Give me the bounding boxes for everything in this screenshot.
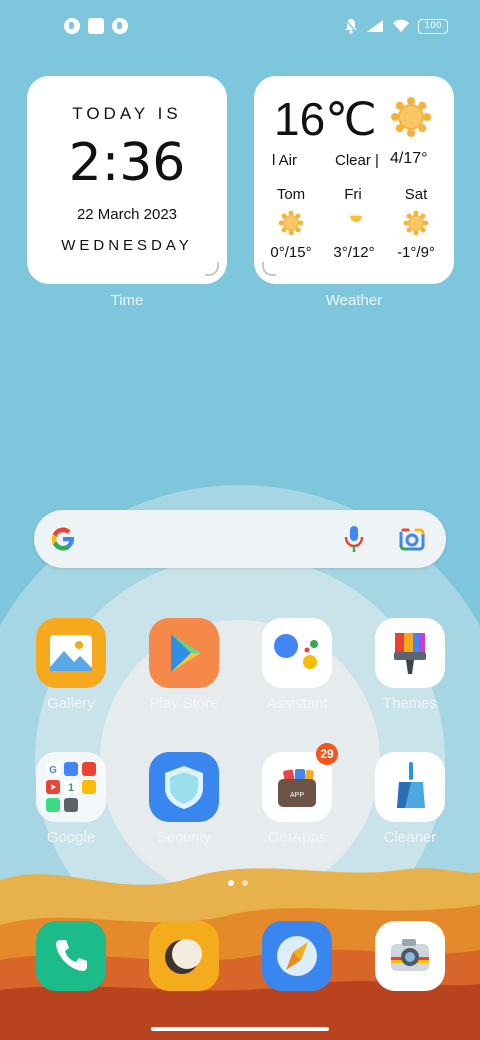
page-indicator[interactable] (228, 880, 248, 886)
forecast-range: 3°/12° (333, 244, 375, 261)
microphone-icon[interactable] (342, 524, 366, 554)
messaging-icon (165, 939, 202, 974)
forecast-range: -1°/9° (397, 244, 435, 261)
forecast-range: 0°/15° (270, 244, 312, 261)
camera-icon (391, 939, 429, 971)
resize-handle[interactable] (205, 262, 219, 276)
themes-app-icon[interactable] (375, 618, 445, 688)
svg-text:G: G (49, 765, 57, 776)
cleaner-app-icon[interactable] (375, 752, 445, 822)
resize-handle[interactable] (262, 262, 276, 276)
gallery-icon (50, 635, 92, 671)
google-logo-icon (51, 527, 74, 551)
battery-level: 100 (424, 20, 442, 31)
page-dot[interactable] (242, 880, 248, 886)
forecast-day: Tom (276, 186, 306, 203)
app-label: Gallery (47, 695, 95, 712)
current-temperature: 16℃ (274, 93, 377, 145)
system-icons: 100 (344, 18, 448, 34)
air-quality: l Air (272, 152, 298, 169)
camera-app-icon[interactable] (375, 921, 445, 991)
partly-sunny-icon (350, 214, 362, 222)
lens-camera-icon[interactable] (398, 526, 426, 552)
weather-widget-caption: Weather (325, 292, 383, 309)
play-store-app-icon[interactable] (149, 618, 219, 688)
status-bar: 100 (0, 0, 480, 56)
time-widget-caption: Time (110, 292, 144, 309)
app-label: Google (46, 829, 96, 846)
notification-bell-muted-icon (344, 18, 358, 34)
browser-app-icon[interactable] (262, 921, 332, 991)
app-label: Assistant (266, 695, 328, 712)
browser-icon (277, 936, 317, 976)
phone-app-icon[interactable] (36, 921, 106, 991)
messaging-app-icon[interactable] (149, 921, 219, 991)
google-search-bar[interactable] (34, 510, 446, 568)
security-icon (165, 766, 203, 809)
app-label: Themes (382, 695, 438, 712)
sunny-icon (278, 210, 304, 236)
play-store-icon (171, 634, 201, 672)
cleaner-icon (397, 762, 425, 808)
app-label: Cleaner (383, 829, 437, 846)
google-folder[interactable]: G 1 (36, 752, 106, 822)
svg-text:APP: APP (290, 792, 304, 799)
today-temperature-range: 4/17° (390, 150, 428, 167)
assistant-app-icon[interactable] (262, 618, 332, 688)
assistant-icon (274, 634, 318, 669)
app-label: Security (156, 829, 212, 846)
forecast-day: Sat (404, 186, 428, 203)
security-app-icon[interactable] (149, 752, 219, 822)
page-dot-active[interactable] (228, 880, 234, 886)
forecast-day: Fri (344, 186, 362, 203)
battery-icon: 100 (418, 18, 448, 34)
clock-date: 22 March 2023 (76, 206, 178, 223)
home-indicator[interactable] (151, 1027, 329, 1031)
app-label: Play Store (149, 695, 219, 712)
app-label: GetApps (267, 829, 327, 846)
time-widget-heading: TODAY IS (72, 104, 182, 123)
phone-icon (56, 940, 87, 971)
notification-icons (64, 18, 128, 34)
weather-condition: Clear | (335, 152, 379, 169)
app-notification-icon (112, 18, 128, 34)
app-notification-icon (64, 18, 80, 34)
sunny-icon (391, 97, 431, 137)
gallery-app-icon[interactable] (36, 618, 106, 688)
themes-icon (394, 633, 426, 674)
notification-badge: 29 (316, 743, 338, 765)
svg-text:1: 1 (68, 782, 74, 794)
google-folder-icon: G 1 (46, 762, 96, 812)
sunny-icon (403, 210, 429, 236)
clock-time: 2:36 (68, 133, 186, 193)
cellular-signal-icon (367, 20, 383, 32)
wifi-icon (393, 19, 409, 32)
square-notification-icon (88, 18, 104, 34)
clock-weekday: WEDNESDAY (61, 237, 193, 254)
